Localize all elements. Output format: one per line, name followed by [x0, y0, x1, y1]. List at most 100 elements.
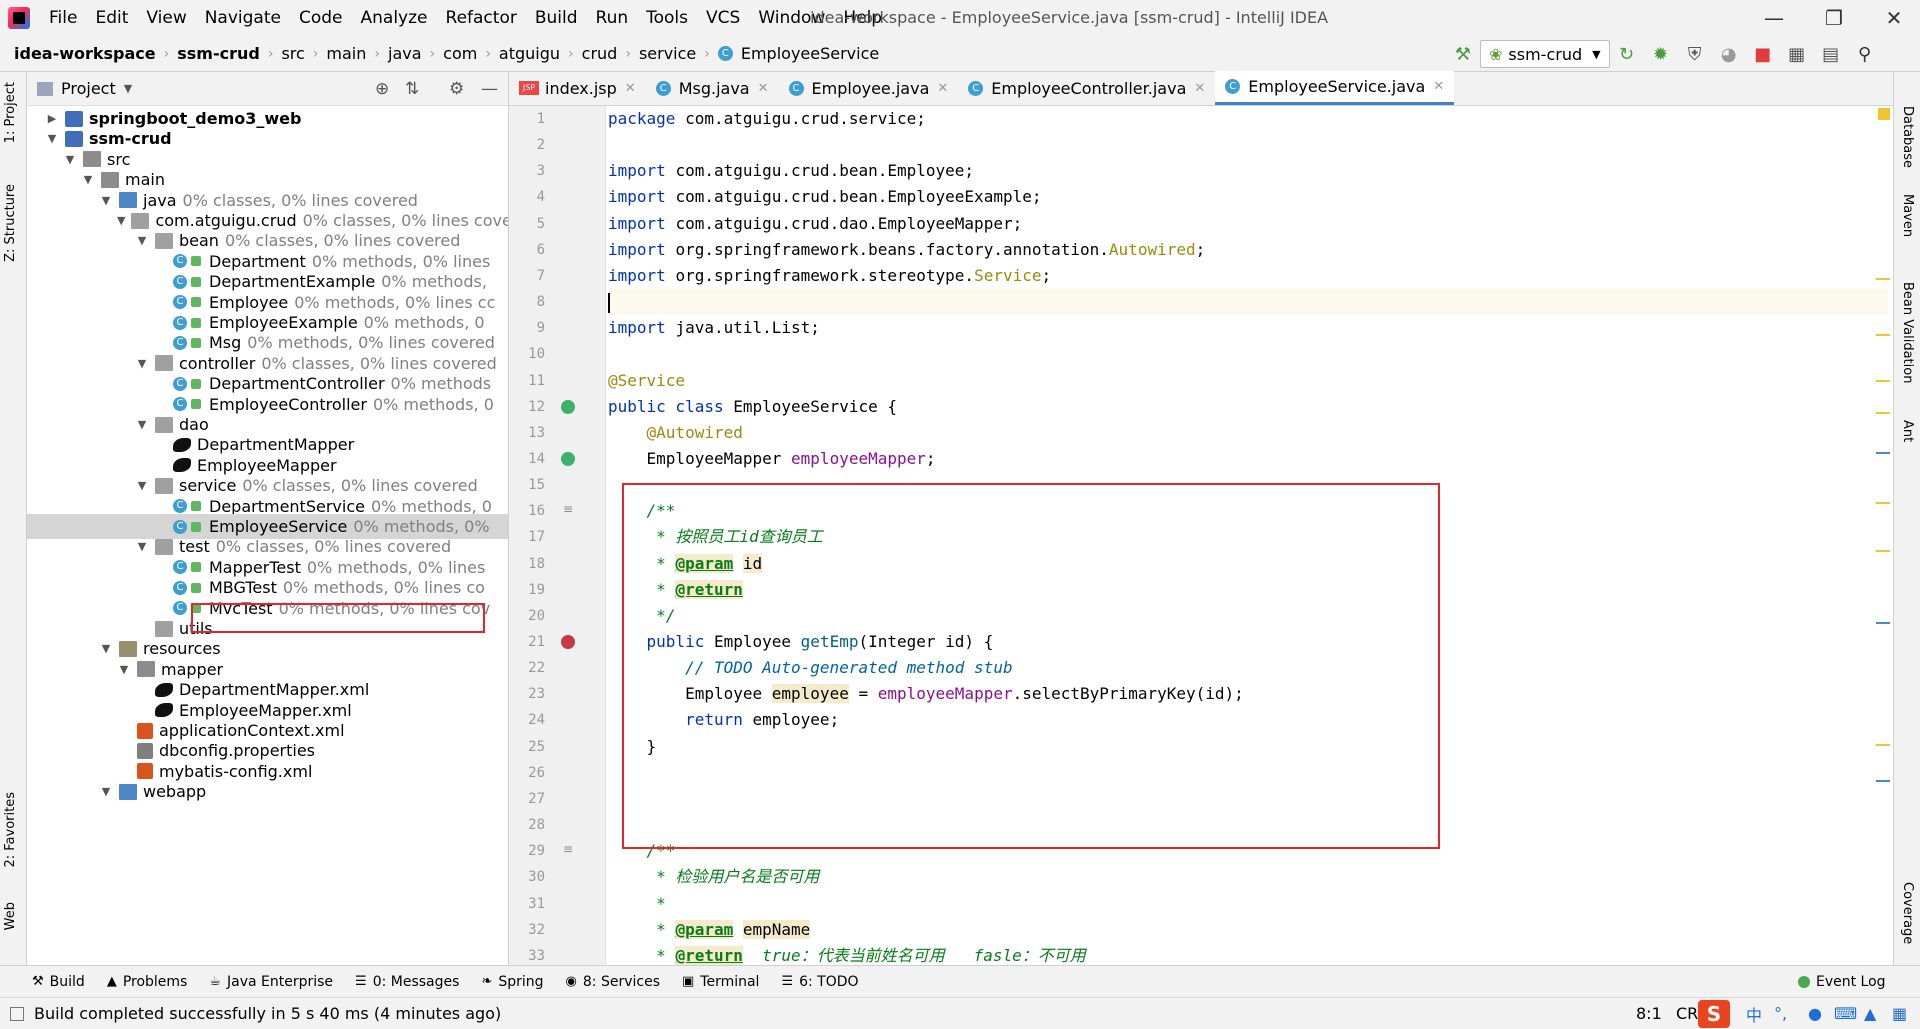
expand-arrow-icon[interactable]: ▼	[63, 153, 77, 166]
expand-arrow-icon[interactable]: ▼	[135, 418, 149, 431]
code-line[interactable]: import java.util.List;	[608, 315, 1888, 341]
project-structure-icon[interactable]: ▦	[1783, 40, 1811, 68]
editor-scrollbar-markers[interactable]	[1866, 72, 1893, 965]
minimize-button[interactable]: —	[1744, 0, 1804, 36]
close-tab-icon[interactable]: ✕	[937, 81, 948, 96]
warning-indicator-icon[interactable]	[1878, 108, 1890, 120]
tab-structure[interactable]: Z: Structure	[3, 184, 18, 262]
tab-bean-validation[interactable]: Bean Validation	[1900, 282, 1915, 383]
menu-tools[interactable]: Tools	[637, 8, 697, 28]
doc-toggle-icon[interactable]: ≡	[563, 502, 573, 516]
code-line[interactable]: import com.atguigu.crud.bean.EmployeeExa…	[608, 184, 1888, 210]
breadcrumb-item[interactable]: src ›	[281, 44, 326, 63]
profiler-icon[interactable]: ◕	[1715, 40, 1743, 68]
close-tab-icon[interactable]: ✕	[758, 81, 769, 96]
tool-windows-toggle-icon[interactable]	[10, 1006, 24, 1021]
bottom-tab[interactable]: ❧ Spring	[481, 974, 543, 990]
tab-web[interactable]: Web	[3, 902, 18, 930]
keyboard-icon[interactable]: ⌨	[1834, 1004, 1857, 1023]
code-line[interactable]: @Service	[608, 368, 1888, 394]
editor-tab[interactable]: JSP index.jsp ✕	[509, 71, 646, 105]
tab-coverage[interactable]: Coverage	[1900, 882, 1915, 944]
expand-arrow-icon[interactable]: ▶	[45, 112, 59, 125]
close-tab-icon[interactable]: ✕	[625, 81, 636, 96]
menu-build[interactable]: Build	[526, 8, 587, 28]
code-line[interactable]: import com.atguigu.crud.bean.Employee;	[608, 158, 1888, 184]
toolbox-icon[interactable]: ▦	[1892, 1004, 1907, 1023]
breadcrumb-item[interactable]: atguigu ›	[499, 44, 582, 63]
status-message[interactable]: Build completed successfully in 5 s 40 m…	[34, 1004, 501, 1023]
bottom-tab[interactable]: ⚒ Build	[32, 974, 85, 990]
gear-icon[interactable]: ⚙	[449, 79, 464, 99]
code-line[interactable]: import org.springframework.beans.factory…	[608, 237, 1888, 263]
code-line[interactable]: @Autowired	[608, 420, 1888, 446]
doc-toggle-icon[interactable]: ≡	[563, 842, 573, 856]
rerun-icon[interactable]: ↻	[1613, 40, 1641, 68]
stop-icon[interactable]: ■	[1749, 40, 1777, 68]
build-hammer-icon[interactable]: ⚒	[1449, 40, 1477, 68]
event-log-button[interactable]: Event Log	[1798, 974, 1886, 990]
menu-run[interactable]: Run	[587, 8, 638, 28]
code-line[interactable]: public class EmployeeService {	[608, 394, 1888, 420]
run-configuration-select[interactable]: ❀ ssm-crud ▼	[1480, 40, 1610, 68]
code-line[interactable]	[608, 289, 1888, 316]
code-line[interactable]: * 检验用户名是否可用	[608, 864, 1888, 890]
expand-arrow-icon[interactable]: ▼	[117, 663, 131, 676]
chevron-down-icon[interactable]: ▼	[124, 82, 132, 95]
bottom-tab[interactable]: ☰ 0: Messages	[355, 974, 459, 990]
code-line[interactable]: *	[608, 891, 1888, 917]
breadcrumb-item[interactable]: java ›	[388, 44, 443, 63]
locate-icon[interactable]: ⊕	[375, 79, 389, 99]
bean-icon[interactable]	[561, 451, 575, 466]
close-tab-icon[interactable]: ✕	[1194, 81, 1205, 96]
tree-item[interactable]: ▼ webapp	[27, 779, 508, 804]
menu-file[interactable]: File	[40, 8, 86, 28]
breadcrumb-item[interactable]: service ›	[639, 44, 718, 63]
code-line[interactable]: import com.atguigu.crud.dao.EmployeeMapp…	[608, 211, 1888, 237]
code-line[interactable]: EmployeeMapper employeeMapper;	[608, 446, 1888, 472]
menu-refactor[interactable]: Refactor	[437, 8, 526, 28]
breadcrumb-item[interactable]: idea-workspace ›	[14, 44, 177, 63]
editor-tab[interactable]: C Msg.java ✕	[646, 71, 779, 105]
ime-language[interactable]: 中	[1746, 1002, 1762, 1026]
expand-arrow-icon[interactable]: ▼	[45, 132, 59, 145]
code-line[interactable]	[608, 341, 1888, 367]
menu-vcs[interactable]: VCS	[697, 8, 749, 28]
expand-arrow-icon[interactable]: ▼	[135, 234, 149, 247]
bottom-tab[interactable]: ▲ Problems	[107, 974, 188, 990]
search-icon[interactable]: ⚲	[1851, 40, 1879, 68]
breadcrumb-item[interactable]: main ›	[326, 44, 388, 63]
expand-arrow-icon[interactable]: ▼	[135, 540, 149, 553]
menu-edit[interactable]: Edit	[86, 8, 137, 28]
bottom-tab[interactable]: ☰ 6: TODO	[781, 974, 858, 990]
project-panel-title[interactable]: Project	[61, 79, 116, 98]
expand-arrow-icon[interactable]: ▼	[99, 642, 113, 655]
punctuation-icon[interactable]: °,	[1774, 1004, 1787, 1023]
menu-analyze[interactable]: Analyze	[352, 8, 437, 28]
close-window-button[interactable]: ✕	[1864, 0, 1920, 36]
editor-tab[interactable]: C EmployeeController.java ✕	[958, 71, 1215, 105]
bottom-tab[interactable]: ▣ Terminal	[682, 974, 759, 990]
menu-code[interactable]: Code	[290, 8, 352, 28]
bottom-tab[interactable]: ☕ Java Enterprise	[209, 974, 333, 990]
expand-arrow-icon[interactable]: ▼	[135, 357, 149, 370]
hide-panel-icon[interactable]: —	[481, 79, 498, 99]
expand-arrow-icon[interactable]: ▼	[81, 173, 95, 186]
code-line[interactable]: import org.springframework.stereotype.Se…	[608, 263, 1888, 289]
microphone-icon[interactable]: ●	[1808, 1004, 1822, 1023]
code-line[interactable]: * @param empName	[608, 917, 1888, 943]
coverage-run-icon[interactable]: ⛨	[1681, 40, 1709, 68]
breadcrumb-item[interactable]: crud ›	[582, 44, 639, 63]
bottom-tab[interactable]: ◉ 8: Services	[566, 974, 660, 990]
breadcrumb-item[interactable]: C EmployeeService	[717, 44, 879, 63]
caret-position[interactable]: 8:1	[1636, 1004, 1662, 1023]
bean-icon[interactable]	[561, 399, 575, 414]
override-method-icon[interactable]	[561, 635, 575, 649]
tab-favorites[interactable]: 2: Favorites	[3, 792, 18, 868]
debug-icon[interactable]: ✹	[1647, 40, 1675, 68]
tab-maven[interactable]: Maven	[1900, 194, 1915, 237]
code-line[interactable]	[608, 132, 1888, 158]
skin-icon[interactable]: ▲	[1864, 1004, 1876, 1023]
collapse-all-icon[interactable]: ⇅	[405, 79, 419, 99]
tab-ant[interactable]: Ant	[1900, 420, 1915, 442]
